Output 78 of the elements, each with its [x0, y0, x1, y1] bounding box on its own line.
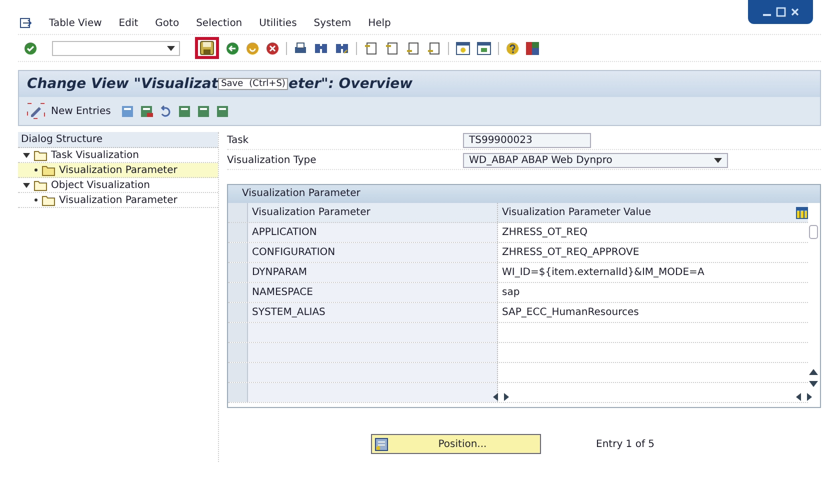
- help-icon[interactable]: [506, 42, 519, 54]
- column-header: Visualization Parameter Value: [501, 206, 652, 220]
- first-page-icon[interactable]: [364, 42, 378, 54]
- menu-item[interactable]: Utilities: [259, 18, 297, 28]
- field-label: Task: [227, 135, 250, 146]
- dropdown-field[interactable]: WD_ABAP ABAP Web Dynpro: [463, 153, 728, 168]
- customize-layout-icon[interactable]: [526, 42, 539, 54]
- select-all-icon[interactable]: [178, 104, 191, 118]
- new-window-icon[interactable]: [456, 42, 470, 54]
- new-entries-button[interactable]: New Entries: [51, 106, 111, 116]
- expanded-caret-icon[interactable]: [23, 152, 30, 158]
- entry-count: Entry 1 of 5: [596, 438, 655, 450]
- table-cell: NAMESPACE: [248, 283, 498, 302]
- table-cell-text: SAP_ECC_HumanResources: [501, 306, 640, 320]
- menu-item[interactable]: Table View: [49, 18, 102, 28]
- menu-item[interactable]: Edit: [118, 18, 138, 28]
- deselect-all-icon[interactable]: [216, 104, 229, 118]
- print-icon[interactable]: [294, 42, 307, 54]
- command-field[interactable]: [52, 40, 180, 56]
- tooltip-label: Save: [221, 79, 244, 89]
- next-page-icon[interactable]: [406, 42, 420, 54]
- find-icon[interactable]: [314, 42, 328, 54]
- back-icon[interactable]: [226, 42, 239, 54]
- scroll-up-icon[interactable]: [809, 369, 818, 375]
- bullet-icon: [34, 168, 38, 172]
- tree-item[interactable]: Visualization Parameter: [18, 193, 218, 208]
- table-cell: APPLICATION: [248, 223, 498, 242]
- scroll-thumb-icon[interactable]: [809, 225, 818, 239]
- scroll-right-icon[interactable]: [504, 393, 509, 401]
- folder-icon: [42, 164, 55, 176]
- close-icon[interactable]: [790, 7, 800, 17]
- menu-item[interactable]: System: [314, 18, 352, 28]
- maximize-icon[interactable]: [776, 7, 786, 17]
- expanded-caret-icon[interactable]: [23, 182, 30, 188]
- edit-pencil-icon[interactable]: [27, 103, 45, 119]
- tooltip-shortcut: (Ctrl+S): [249, 79, 286, 89]
- scroll-right-icon[interactable]: [807, 393, 812, 401]
- table-cell-text: sap: [501, 286, 521, 300]
- table-cell: SYSTEM_ALIAS: [248, 303, 498, 322]
- column-header: Visualization Parameter: [248, 203, 498, 222]
- scroll-left-icon[interactable]: [493, 393, 498, 401]
- position-button[interactable]: Position...: [371, 434, 541, 454]
- scroll-left-icon[interactable]: [796, 393, 801, 401]
- dropdown-caret-icon[interactable]: [714, 158, 722, 163]
- position-icon: [375, 438, 388, 450]
- table-cell: CONFIGURATION: [248, 243, 498, 262]
- menu-item[interactable]: Goto: [155, 18, 180, 28]
- input-field[interactable]: TS99900023: [463, 133, 591, 148]
- table-cell-text: ZHRESS_OT_REQ_APPROVE: [501, 246, 640, 260]
- copy-icon[interactable]: [120, 104, 134, 118]
- table-title: Visualization Parameter: [228, 185, 820, 203]
- find-next-icon[interactable]: [335, 42, 349, 54]
- delete-icon[interactable]: [140, 104, 153, 118]
- tree-item[interactable]: Object Visualization: [18, 178, 218, 193]
- menu-item[interactable]: Help: [368, 18, 391, 28]
- select-block-icon[interactable]: [196, 104, 210, 118]
- check-icon[interactable]: [24, 42, 37, 54]
- column-settings-icon[interactable]: [796, 206, 808, 218]
- table-cell-text: ZHRESS_OT_REQ: [501, 226, 588, 240]
- tree-item[interactable]: Visualization Parameter: [18, 163, 218, 178]
- table-cell-text: WI_ID=${item.externalId}&IM_MODE=A: [501, 266, 706, 280]
- shortcut-icon[interactable]: [477, 42, 491, 54]
- field-label: Visualization Type: [227, 155, 318, 166]
- folder-icon: [42, 194, 55, 206]
- previous-page-icon[interactable]: [385, 42, 399, 54]
- menu-icon[interactable]: [20, 18, 32, 28]
- undo-icon[interactable]: [158, 104, 172, 118]
- cancel-icon[interactable]: [266, 42, 279, 54]
- scroll-down-icon[interactable]: [809, 381, 818, 387]
- last-page-icon[interactable]: [427, 42, 441, 54]
- dropdown-caret-icon[interactable]: [167, 46, 175, 50]
- save-icon[interactable]: [200, 41, 214, 55]
- table-cell: DYNPARAM: [248, 263, 498, 282]
- panel-title: Dialog Structure: [18, 132, 218, 148]
- screen-title: eter": Overview: [288, 76, 413, 92]
- bullet-icon: [34, 198, 38, 202]
- screen-title: Change View "Visualizat: [27, 76, 218, 92]
- menu-item[interactable]: Selection: [196, 18, 242, 28]
